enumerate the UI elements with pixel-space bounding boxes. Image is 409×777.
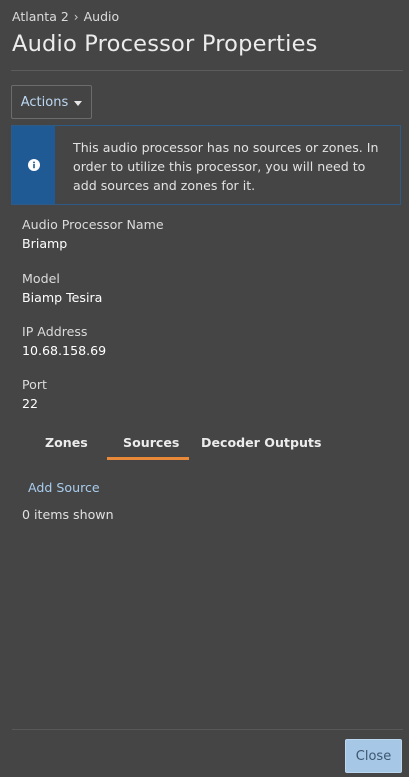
field-label: IP Address (22, 324, 88, 339)
field-label: Model (22, 271, 60, 286)
add-source-link[interactable]: Add Source (28, 480, 100, 495)
audio-processor-name-field: Audio Processor Name Briamp (22, 217, 164, 252)
field-value: Biamp Tesira (22, 290, 103, 305)
breadcrumb-current[interactable]: Audio (84, 9, 120, 24)
caret-down-icon (74, 100, 83, 106)
breadcrumb-parent-link[interactable]: Atlanta 2 (12, 9, 69, 24)
tab-sources[interactable]: Sources (123, 430, 179, 450)
tab-zones[interactable]: Zones (45, 430, 88, 450)
breadcrumb-separator: › (73, 9, 79, 24)
close-button[interactable]: Close (345, 739, 402, 773)
info-icon (27, 159, 40, 171)
model-field: Model Biamp Tesira (22, 271, 102, 306)
items-count: 0 items shown (22, 507, 114, 522)
field-value: Briamp (22, 236, 68, 251)
footer-divider (12, 729, 403, 730)
field-value: 10.68.158.69 (22, 343, 107, 358)
field-value: 22 (22, 396, 39, 411)
info-alert: This audio processor has no sources or z… (11, 125, 401, 205)
port-field: Port 22 (22, 377, 47, 412)
field-label: Port (22, 377, 47, 392)
alert-icon-bar (12, 126, 55, 204)
active-tab-indicator (107, 457, 189, 460)
page-title: Audio Processor Properties (12, 31, 318, 57)
actions-button-label: Actions (20, 94, 69, 110)
field-label: Audio Processor Name (22, 217, 164, 232)
breadcrumb: Atlanta 2 › Audio (12, 9, 119, 24)
actions-dropdown-button[interactable]: Actions (11, 85, 92, 119)
title-divider (11, 70, 403, 71)
tab-decoder-outputs[interactable]: Decoder Outputs (201, 430, 321, 450)
alert-message: This audio processor has no sources or z… (73, 140, 379, 193)
ip-address-field: IP Address 10.68.158.69 (22, 324, 106, 359)
